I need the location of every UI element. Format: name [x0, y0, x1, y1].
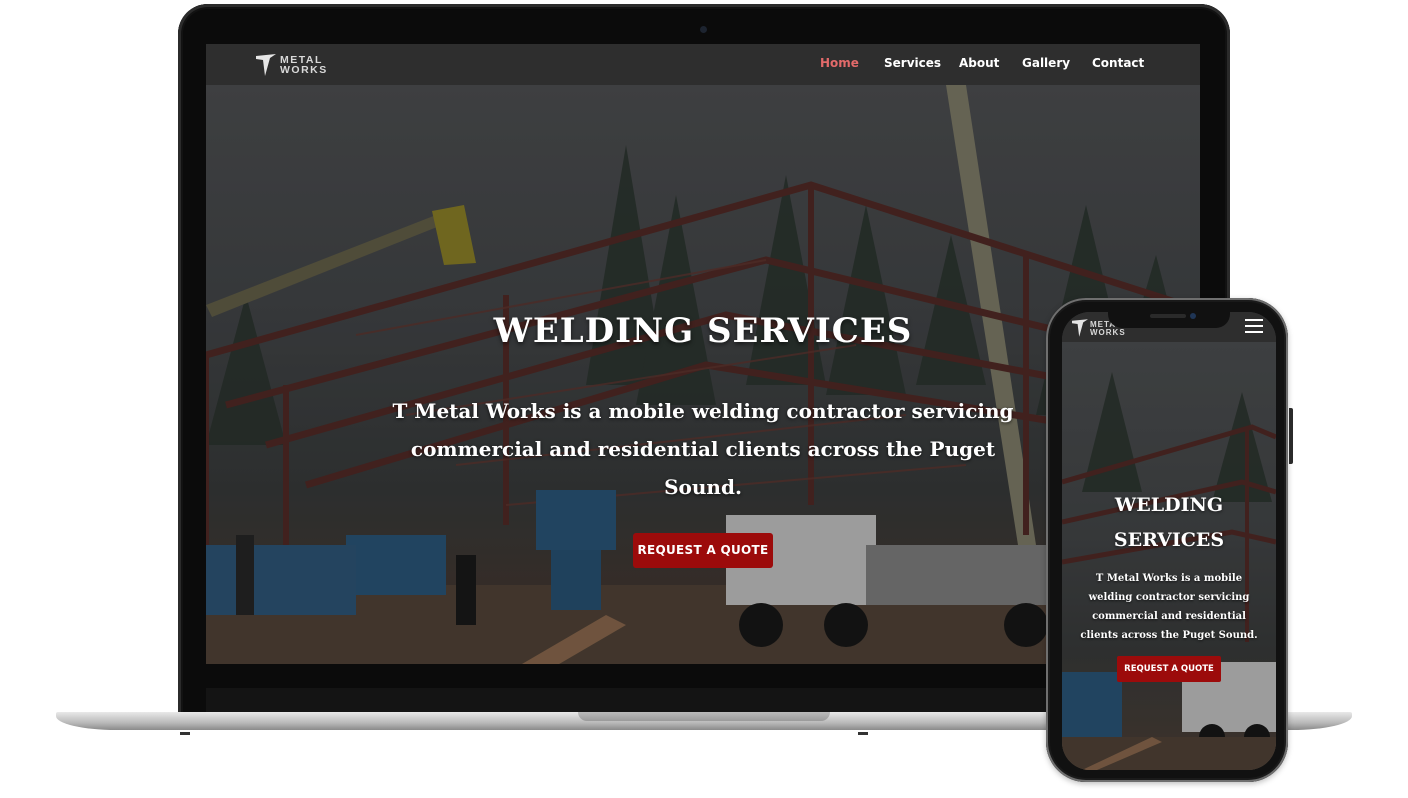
- nav-gallery[interactable]: Gallery: [1022, 56, 1070, 70]
- laptop-camera: [700, 26, 707, 33]
- nav-home[interactable]: Home: [820, 56, 859, 70]
- t-logo-icon: [1072, 319, 1088, 337]
- nav-services[interactable]: Services: [884, 56, 941, 70]
- laptop-opening-notch: [578, 712, 830, 721]
- logo-line-2: WORKS: [280, 64, 328, 76]
- site-logo[interactable]: METAL WORKS: [256, 52, 336, 78]
- laptop-foot: [858, 732, 868, 735]
- nav-about[interactable]: About: [959, 56, 999, 70]
- mobile-website: METAL WORKS WELDING SERVICES T Metal Wor…: [1062, 312, 1276, 770]
- hamburger-icon[interactable]: [1245, 319, 1263, 333]
- mobile-hero-section: WELDING SERVICES T Metal Works is a mobi…: [1062, 342, 1276, 770]
- phone-camera: [1190, 313, 1196, 319]
- mobile-hero-description: T Metal Works is a mobile welding contra…: [1080, 573, 1258, 641]
- laptop-foot: [180, 732, 190, 735]
- desktop-navbar: METAL WORKS Home Services About Gallery …: [206, 44, 1200, 85]
- request-quote-button[interactable]: REQUEST A QUOTE: [633, 533, 773, 568]
- t-logo-icon: [256, 54, 276, 76]
- phone-side-button: [1289, 408, 1293, 464]
- logo-text: METAL WORKS: [280, 55, 328, 76]
- nav-contact[interactable]: Contact: [1092, 56, 1144, 70]
- phone-speaker: [1150, 314, 1186, 318]
- phone-notch: [1108, 310, 1230, 328]
- hero-description: T Metal Works is a mobile welding contra…: [392, 399, 1014, 499]
- mobile-request-quote-button[interactable]: REQUEST A QUOTE: [1117, 656, 1221, 682]
- mobile-logo-line-2: WORKS: [1090, 328, 1126, 337]
- mobile-hero-title: WELDING SERVICES: [1113, 494, 1225, 551]
